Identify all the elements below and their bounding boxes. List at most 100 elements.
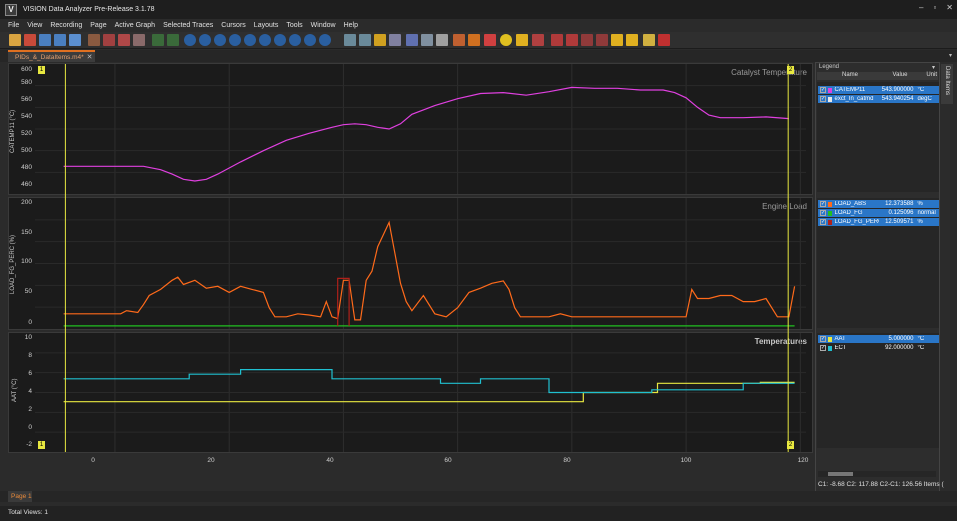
close-button[interactable]: ✕: [946, 3, 953, 12]
cursor-next-icon[interactable]: [566, 34, 578, 46]
checkbox-icon[interactable]: ✓: [820, 96, 826, 102]
import-icon[interactable]: [88, 34, 100, 46]
menu-layouts[interactable]: Layouts: [254, 22, 279, 29]
cursor-2-icon[interactable]: [626, 34, 638, 46]
zoom-x-in-icon[interactable]: [214, 34, 226, 46]
export-icon[interactable]: [103, 34, 115, 46]
legend-header: Legend ▾: [817, 64, 938, 72]
cursor-2-handle[interactable]: 2: [787, 66, 794, 74]
checkbox-icon[interactable]: ✓: [820, 345, 826, 351]
menu-window[interactable]: Window: [311, 22, 336, 29]
cursor-1-icon[interactable]: [611, 34, 623, 46]
layout-icon[interactable]: [167, 34, 179, 46]
color-swatch: [828, 336, 833, 342]
menu-file[interactable]: File: [8, 22, 19, 29]
col-name: Name: [841, 72, 858, 78]
zoom-y-out-icon[interactable]: [259, 34, 271, 46]
save-all-icon[interactable]: [54, 34, 66, 46]
cursor-2-handle-bottom[interactable]: 2: [787, 441, 794, 449]
menu-cursors[interactable]: Cursors: [221, 22, 246, 29]
overlay-view-icon[interactable]: [421, 34, 433, 46]
zoom-x-out-icon[interactable]: [229, 34, 241, 46]
menu-selected-traces[interactable]: Selected Traces: [163, 22, 213, 29]
window-title: VISION Data Analyzer Pre-Release 3.1.78: [23, 6, 155, 13]
trace-unit: normal: [917, 210, 936, 216]
col-unit: Unit: [926, 72, 937, 78]
legend-row-catemp11[interactable]: ✓ CATEMP11 543.900000 °C: [818, 86, 939, 94]
title-bar: V VISION Data Analyzer Pre-Release 3.1.7…: [0, 0, 957, 19]
legend-horizontal-scrollbar[interactable]: [818, 471, 936, 477]
page-tab-bar: Page 1: [0, 491, 957, 502]
checkbox-icon[interactable]: ✓: [820, 210, 826, 216]
cursor-icon[interactable]: [500, 34, 512, 46]
doc-tab-pids[interactable]: PIDs_&_DataItems.m4* ✕: [8, 50, 95, 62]
save-icon[interactable]: [39, 34, 51, 46]
play-forward-icon[interactable]: [359, 34, 371, 46]
legend-row-ect[interactable]: ✓ ECT 92.000000 °C: [818, 344, 939, 352]
y-tick: 540: [21, 113, 32, 120]
x-tick: 60: [444, 457, 452, 464]
record-icon[interactable]: [118, 34, 130, 46]
legend-row-exct-in-catmd[interactable]: ✓ exct_In_catmd 543.940254 degC: [818, 95, 939, 103]
edit-trace-icon[interactable]: [436, 34, 448, 46]
legend-row-load-fg[interactable]: ✓ LOAD_FG 0.125096 normal: [818, 209, 939, 217]
measure-icon[interactable]: [532, 34, 544, 46]
legend-row-load-abs[interactable]: ✓ LOAD_ABS 12.373588 %: [818, 200, 939, 208]
page-settings-icon[interactable]: [133, 34, 145, 46]
page-tab-1[interactable]: Page 1: [8, 491, 32, 502]
trace-name: exct_In_catmd: [834, 96, 874, 102]
play-back-icon[interactable]: [344, 34, 356, 46]
legend-row-load-fg-perc[interactable]: ✓ LOAD_FG_PERC 12.509571 %: [818, 218, 939, 226]
tab-list-dropdown-icon[interactable]: ▾: [949, 52, 952, 59]
menu-view[interactable]: View: [27, 22, 42, 29]
cursor-prev-icon[interactable]: [551, 34, 563, 46]
close-file-icon[interactable]: [24, 34, 36, 46]
menu-tools[interactable]: Tools: [286, 22, 302, 29]
menu-active-graph[interactable]: Active Graph: [115, 22, 155, 29]
zoom-in-icon[interactable]: [184, 34, 196, 46]
cursor-readout: C1: -8.68 C2: 117.88 C2-C1: 126.56 Items…: [818, 481, 944, 488]
zoom-previous-icon[interactable]: [289, 34, 301, 46]
marker-icon[interactable]: [484, 34, 496, 46]
table-view-icon[interactable]: [389, 34, 401, 46]
menu-page[interactable]: Page: [90, 22, 106, 29]
annotation-icon[interactable]: [516, 34, 528, 46]
save-as-icon[interactable]: [69, 34, 81, 46]
zoom-fit-icon[interactable]: [274, 34, 286, 46]
legend-row-aat[interactable]: ✓ AAT 5.000000 °C: [818, 335, 939, 343]
checkbox-icon[interactable]: ✓: [820, 336, 826, 342]
trace-colors-icon[interactable]: [453, 34, 465, 46]
pin-icon[interactable]: ▾: [932, 64, 935, 71]
trace-name: LOAD_ABS: [834, 201, 867, 207]
menu-help[interactable]: Help: [344, 22, 358, 29]
scrollbar-thumb[interactable]: [828, 472, 853, 476]
menu-recording[interactable]: Recording: [50, 22, 82, 29]
cursor-1-handle[interactable]: 1: [38, 66, 45, 74]
checkbox-icon[interactable]: ✓: [820, 201, 826, 207]
stacked-view-icon[interactable]: [406, 34, 418, 46]
zoom-reset-icon[interactable]: [319, 34, 331, 46]
zoom-y-in-icon[interactable]: [244, 34, 256, 46]
bar-chart-icon[interactable]: [374, 34, 386, 46]
restore-button[interactable]: ▫: [933, 3, 936, 12]
zoom-out-icon[interactable]: [199, 34, 211, 46]
open-folder-icon[interactable]: [9, 34, 21, 46]
checkbox-icon[interactable]: ✓: [820, 219, 826, 225]
grid-toggle-icon[interactable]: [468, 34, 480, 46]
legend-column-headers: Name Value Unit: [817, 72, 938, 80]
cursor-first-icon[interactable]: [581, 34, 593, 46]
chart-pane-engine-load[interactable]: Engine Load: [8, 197, 813, 330]
zoom-next-icon[interactable]: [304, 34, 316, 46]
clear-cursors-icon[interactable]: [658, 34, 670, 46]
cursor-last-icon[interactable]: [596, 34, 608, 46]
color-swatch: [828, 96, 833, 102]
chart-pane-temperatures[interactable]: Temperatures: [8, 332, 813, 453]
doc-tab-close-icon[interactable]: ✕: [87, 53, 93, 61]
checkbox-icon[interactable]: ✓: [820, 87, 826, 93]
cursor-notes-icon[interactable]: [643, 34, 655, 46]
minimize-button[interactable]: –: [919, 3, 923, 12]
grid-icon[interactable]: [152, 34, 164, 46]
trace-name: LOAD_FG: [834, 210, 863, 216]
chart-pane-catalyst-temperature[interactable]: Catalyst Temperature: [8, 63, 813, 195]
cursor-1-handle-bottom[interactable]: 1: [38, 441, 45, 449]
